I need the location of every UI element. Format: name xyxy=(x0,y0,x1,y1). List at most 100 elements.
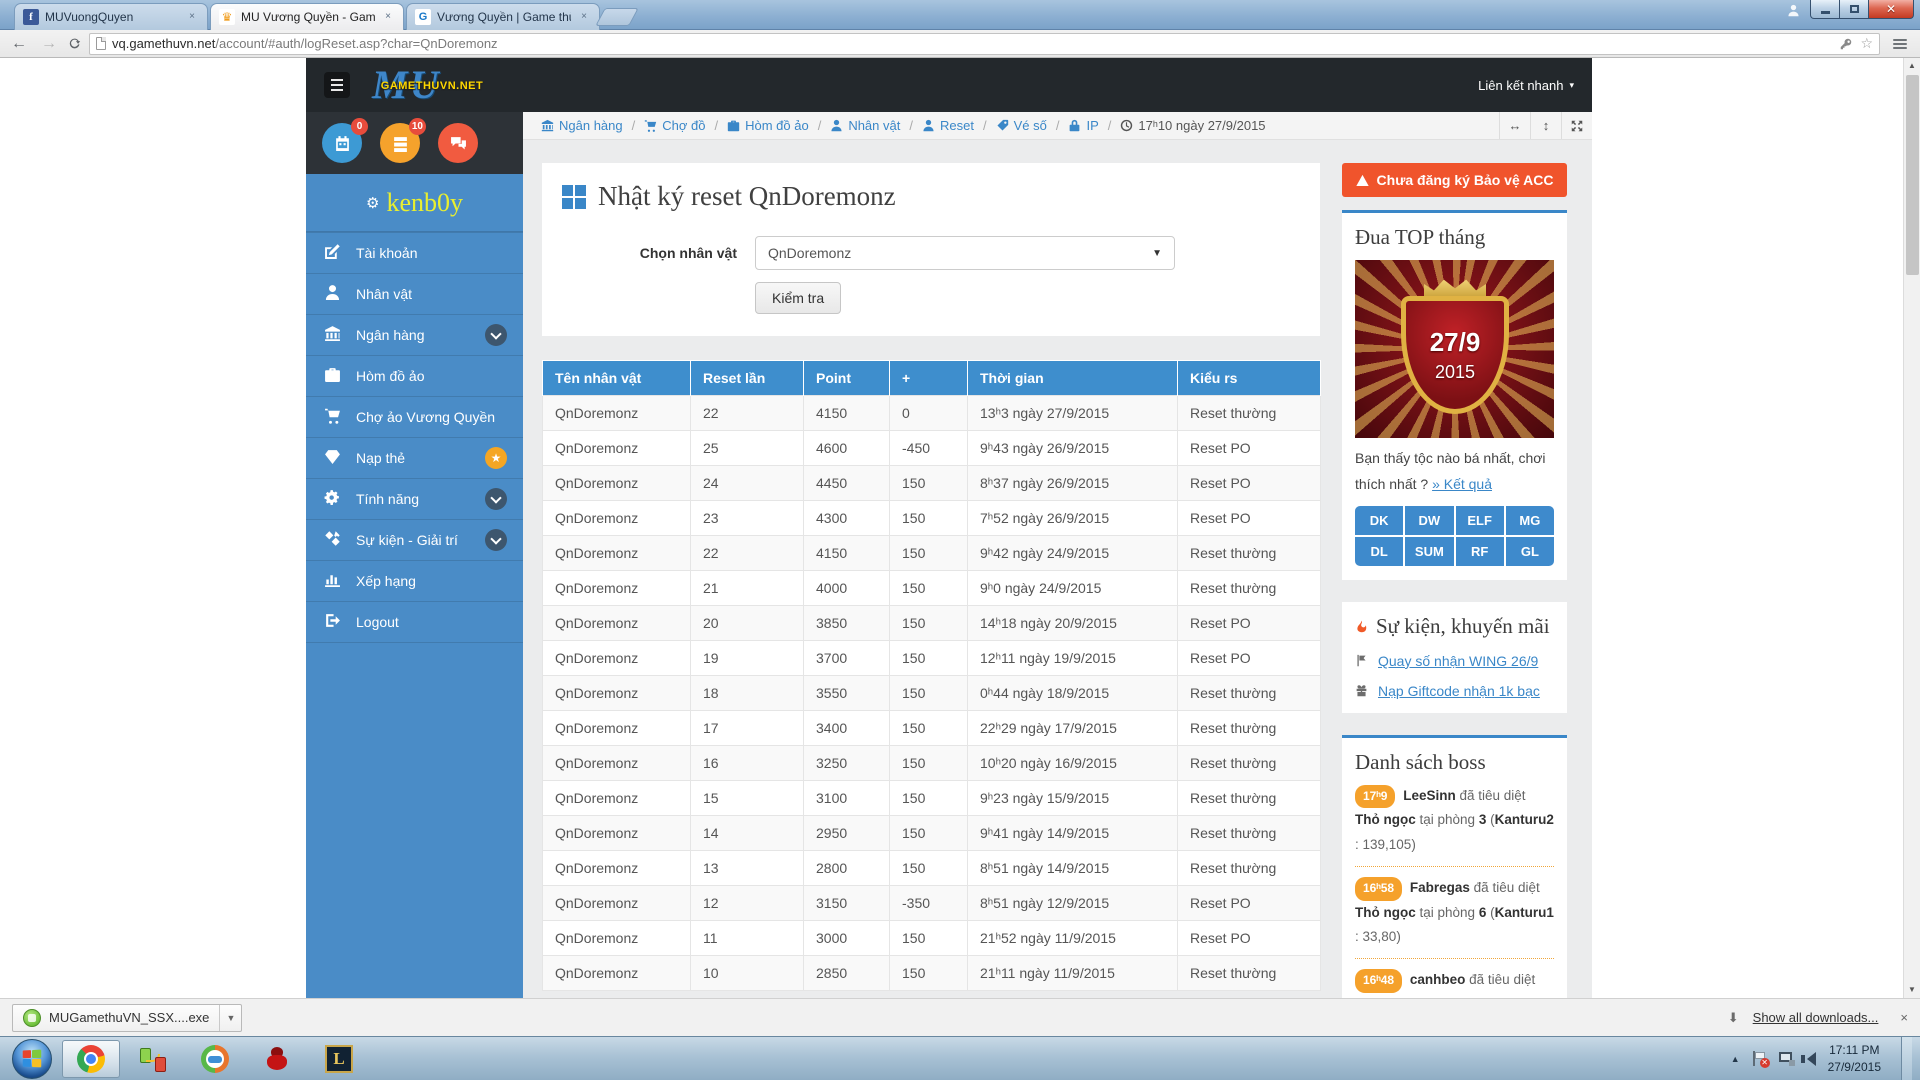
window-minimize-button[interactable] xyxy=(1810,0,1840,19)
site-container: MU GAMETHUVN.NET Liên kết nhanh ▾ 0 xyxy=(306,58,1592,998)
class-button-sum[interactable]: SUM xyxy=(1405,537,1453,566)
taskbar-devil-app-button[interactable] xyxy=(248,1040,306,1078)
back-button[interactable]: ← xyxy=(8,35,30,53)
layout-tools: ↔ ↕ xyxy=(1499,112,1592,139)
sidebar-item-su-kien[interactable]: Sự kiện - Giải trí xyxy=(306,519,523,560)
sidebar-user[interactable]: ⚙ kenb0y xyxy=(306,174,523,232)
browser-tab-game-thu[interactable]: G Vương Quyền | Game thủ × xyxy=(406,3,600,30)
browser-scrollbar[interactable]: ▲ ▼ xyxy=(1903,58,1920,998)
top-month-badge-image[interactable]: 27/9 2015 xyxy=(1355,260,1554,438)
class-button-dl[interactable]: DL xyxy=(1355,537,1403,566)
scroll-down-arrow[interactable]: ▼ xyxy=(1904,982,1920,998)
calendar-button[interactable]: 0 xyxy=(322,123,362,163)
sidebar-item-nap-the[interactable]: Nạp thẻ ★ xyxy=(306,437,523,478)
hamburger-menu-icon[interactable] xyxy=(324,72,350,98)
refresh-button[interactable] xyxy=(68,37,81,50)
window-maximize-button[interactable] xyxy=(1840,0,1868,19)
breadcrumb-reset[interactable]: Reset xyxy=(922,118,974,133)
class-button-gl[interactable]: GL xyxy=(1506,537,1554,566)
sidebar-item-hom-do-ao[interactable]: Hòm đồ ảo xyxy=(306,355,523,396)
tab-title: MU Vương Quyền - Game xyxy=(241,10,375,24)
class-button-dw[interactable]: DW xyxy=(1405,506,1453,535)
breadcrumb-nhan-vat[interactable]: Nhân vật xyxy=(830,118,900,133)
window-close-button[interactable]: ✕ xyxy=(1868,0,1914,19)
show-all-downloads-link[interactable]: Show all downloads... xyxy=(1753,1010,1879,1025)
forward-button[interactable]: → xyxy=(38,35,60,53)
gear-icon: ⚙ xyxy=(366,194,379,212)
fullscreen-icon[interactable] xyxy=(1561,112,1592,139)
taskbar-garena-button[interactable] xyxy=(186,1040,244,1078)
sidebar-item-nhan-vat[interactable]: Nhân vật xyxy=(306,273,523,314)
select-caret-icon: ▼ xyxy=(1152,248,1162,259)
quick-links-dropdown[interactable]: Liên kết nhanh ▾ xyxy=(1478,78,1574,93)
event-link-wing[interactable]: Quay số nhận WING 26/9 xyxy=(1378,653,1538,669)
volume-icon[interactable] xyxy=(1807,1052,1816,1066)
action-center-flag-icon[interactable]: ✕ xyxy=(1752,1051,1767,1066)
download-options-caret[interactable]: ▼ xyxy=(219,1005,241,1031)
start-button[interactable] xyxy=(12,1039,52,1079)
profile-icon[interactable] xyxy=(1787,4,1800,17)
character-select[interactable]: QnDoremonz ▼ xyxy=(755,236,1175,270)
sidebar-item-logout[interactable]: Logout xyxy=(306,601,523,642)
cart-icon xyxy=(324,407,341,424)
file-transfer-icon xyxy=(140,1046,166,1072)
poll-result-link[interactable]: » Kết quả xyxy=(1432,476,1492,492)
class-button-rf[interactable]: RF xyxy=(1456,537,1504,566)
breadcrumb-ip[interactable]: IP xyxy=(1068,118,1098,133)
briefcase-icon xyxy=(727,119,740,132)
event-link-giftcode[interactable]: Nạp Giftcode nhận 1k bạc xyxy=(1378,683,1540,699)
url-text[interactable]: vq.gamethuvn.net/account/#auth/logReset.… xyxy=(112,36,1834,51)
network-icon[interactable] xyxy=(1779,1052,1795,1066)
show-desktop-button[interactable] xyxy=(1901,1037,1912,1080)
main-area: Ngân hàng / Chợ đồ / Hòm đồ ảo / Nhân vậ… xyxy=(523,112,1592,998)
downloaded-file-button[interactable]: MUGamethuVN_SSX....exe ▼ xyxy=(12,1004,242,1032)
check-button[interactable]: Kiểm tra xyxy=(755,282,841,314)
tab-close-icon[interactable]: × xyxy=(185,10,199,24)
scroll-up-arrow[interactable]: ▲ xyxy=(1904,58,1920,74)
tab-close-icon[interactable]: × xyxy=(577,10,591,24)
breadcrumb-ngan-hang[interactable]: Ngân hàng xyxy=(541,118,623,133)
taskbar-chrome-button[interactable] xyxy=(62,1040,120,1078)
server-icon xyxy=(392,135,409,152)
browser-tab-facebook[interactable]: f MUVuongQuyen × xyxy=(14,3,208,30)
breadcrumb: Ngân hàng / Chợ đồ / Hòm đồ ảo / Nhân vậ… xyxy=(523,112,1592,140)
breadcrumb-ve-so[interactable]: Vé số xyxy=(996,118,1047,133)
tab-title: MUVuongQuyen xyxy=(45,10,179,24)
breadcrumb-hom-do-ao[interactable]: Hòm đồ ảo xyxy=(727,118,809,133)
site-logo[interactable]: MU GAMETHUVN.NET xyxy=(372,63,492,107)
resize-horizontal-icon[interactable]: ↔ xyxy=(1499,112,1530,139)
class-button-dk[interactable]: DK xyxy=(1355,506,1403,535)
class-button-elf[interactable]: ELF xyxy=(1456,506,1504,535)
sidebar-item-xep-hang[interactable]: Xếp hạng xyxy=(306,560,523,601)
key-icon[interactable] xyxy=(1840,38,1852,50)
chrome-menu-button[interactable] xyxy=(1888,39,1912,49)
sidebar-item-tinh-nang[interactable]: Tính năng xyxy=(306,478,523,519)
class-poll-buttons: DK DW ELF MG DL SUM RF GL xyxy=(1355,506,1554,566)
resize-vertical-icon[interactable]: ↕ xyxy=(1530,112,1561,139)
download-shelf: MUGamethuVN_SSX....exe ▼ ⬇ Show all down… xyxy=(0,998,1920,1036)
chat-button[interactable] xyxy=(438,123,478,163)
tray-expand-arrow-icon[interactable]: ▲ xyxy=(1731,1054,1740,1064)
plugins-button[interactable]: 10 xyxy=(380,123,420,163)
site-header: MU GAMETHUVN.NET Liên kết nhanh ▾ xyxy=(306,58,1592,112)
breadcrumb-cho-do[interactable]: Chợ đồ xyxy=(644,118,705,133)
taskbar-clock[interactable]: 17:11 PM 27/9/2015 xyxy=(1828,1042,1881,1074)
address-bar[interactable]: vq.gamethuvn.net/account/#auth/logReset.… xyxy=(89,33,1880,55)
browser-tab-mu-vuong-quyen[interactable]: ♛ MU Vương Quyền - Game × xyxy=(210,3,404,30)
gears-icon xyxy=(324,489,341,506)
taskbar-lol-button[interactable]: L xyxy=(310,1040,368,1078)
table-row: QnDoremonz1429501509ʰ41 ngày 14/9/2015Re… xyxy=(543,816,1321,851)
sidebar: 0 10 ⚙ kenb0y xyxy=(306,112,523,998)
sidebar-item-ngan-hang[interactable]: Ngân hàng xyxy=(306,314,523,355)
account-protection-warning-button[interactable]: Chưa đăng ký Bảo vệ ACC xyxy=(1342,163,1567,197)
tab-close-icon[interactable]: × xyxy=(381,10,395,24)
sidebar-item-cho-ao[interactable]: Chợ ảo Vương Quyền xyxy=(306,396,523,437)
window-tiles-icon xyxy=(562,185,586,209)
taskbar-transfer-app-button[interactable] xyxy=(124,1040,182,1078)
bookmark-star-icon[interactable]: ☆ xyxy=(1860,35,1873,52)
class-button-mg[interactable]: MG xyxy=(1506,506,1554,535)
shelf-close-icon[interactable]: × xyxy=(1900,1010,1908,1025)
new-tab-button[interactable] xyxy=(595,8,639,26)
sidebar-item-tai-khoan[interactable]: Tài khoản xyxy=(306,232,523,273)
scrollbar-thumb[interactable] xyxy=(1906,75,1919,275)
